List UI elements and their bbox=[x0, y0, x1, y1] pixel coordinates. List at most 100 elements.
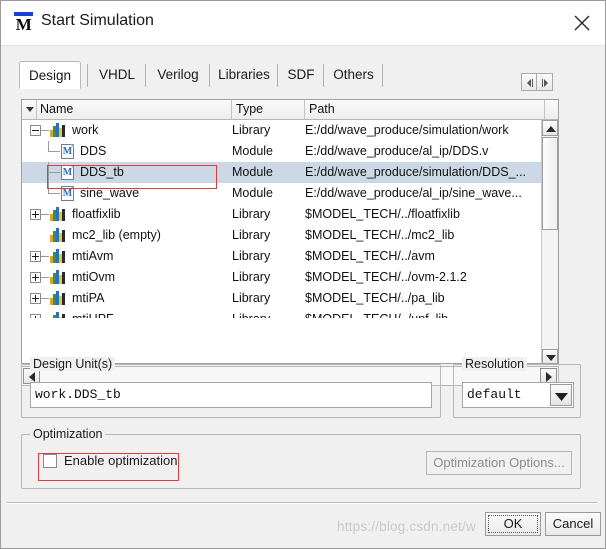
scroll-down-icon bbox=[546, 355, 556, 361]
tab-vhdl-label: VHDL bbox=[98, 67, 135, 82]
tab-strip: Design VHDL Verilog Libraries SDF Others bbox=[19, 61, 559, 91]
table-row[interactable]: floatfixlib Library $MODEL_TECH/../float… bbox=[22, 204, 558, 225]
library-icon bbox=[50, 123, 66, 137]
cell-type: Library bbox=[232, 123, 271, 137]
tab-others-label: Others bbox=[333, 67, 374, 82]
library-icon bbox=[50, 207, 66, 221]
scroll-down-button[interactable] bbox=[542, 349, 558, 363]
tab-scroll-arrows bbox=[521, 73, 553, 91]
resolution-select[interactable]: default bbox=[462, 382, 574, 408]
cell-path: $MODEL_TECH/../mc2_lib bbox=[305, 228, 455, 242]
column-header-spacer bbox=[545, 100, 558, 119]
scroll-thumb[interactable] bbox=[542, 137, 558, 230]
tab-libraries-label: Libraries bbox=[218, 67, 270, 82]
tab-others[interactable]: Others bbox=[325, 61, 382, 89]
chevron-left-icon bbox=[527, 79, 533, 87]
cell-name: floatfixlib bbox=[72, 207, 121, 221]
cell-name: mtiPA bbox=[72, 291, 105, 305]
table-row[interactable]: mtiPA Library $MODEL_TECH/../pa_lib bbox=[22, 288, 558, 309]
tree-expander-collapse[interactable] bbox=[30, 125, 41, 136]
module-icon: M bbox=[61, 186, 74, 201]
table-row[interactable]: M DDS_tb Module E:/dd/wave_produce/simul… bbox=[22, 162, 558, 183]
tab-libraries[interactable]: Libraries bbox=[211, 61, 277, 89]
optimization-title: Optimization bbox=[30, 427, 106, 441]
table-row[interactable]: work Library E:/dd/wave_produce/simulati… bbox=[22, 120, 558, 141]
dialog-body: Design VHDL Verilog Libraries SDF Others bbox=[1, 45, 605, 548]
enable-optimization-label[interactable]: Enable optimization bbox=[64, 453, 177, 468]
cell-path: E:/dd/wave_produce/al_ip/DDS.v bbox=[305, 144, 489, 158]
library-icon bbox=[50, 291, 66, 305]
cell-name: mtiOvm bbox=[72, 270, 116, 284]
table-row[interactable]: mtiAvm Library $MODEL_TECH/../avm bbox=[22, 246, 558, 267]
column-header-type[interactable]: Type bbox=[232, 100, 305, 119]
cell-type: Library bbox=[232, 291, 271, 305]
cell-type: Module bbox=[232, 165, 273, 179]
close-button[interactable] bbox=[559, 1, 605, 44]
cell-name: DDS bbox=[80, 144, 107, 158]
watermark-text: https://blog.csdn.net/w bbox=[337, 519, 476, 534]
column-header-path[interactable]: Path bbox=[305, 100, 545, 119]
title-bar: M Start Simulation bbox=[1, 1, 605, 45]
tree-expander-expand[interactable] bbox=[30, 293, 41, 304]
cell-type: Library bbox=[232, 228, 271, 242]
cell-type: Module bbox=[232, 144, 273, 158]
cell-type: Library bbox=[232, 270, 271, 284]
tree-vertical-scrollbar[interactable] bbox=[541, 120, 558, 363]
design-units-input[interactable]: work.DDS_tb bbox=[30, 382, 432, 408]
tab-sdf[interactable]: SDF bbox=[279, 61, 323, 89]
cell-name: mc2_lib (empty) bbox=[72, 228, 161, 242]
design-units-group: Design Unit(s) work.DDS_tb bbox=[21, 357, 441, 418]
library-icon bbox=[50, 270, 66, 284]
resolution-group: Resolution default bbox=[453, 357, 581, 418]
tab-verilog-label: Verilog bbox=[157, 67, 199, 82]
library-icon bbox=[50, 228, 66, 242]
tree-expander-expand[interactable] bbox=[30, 251, 41, 262]
tree-expander-expand[interactable] bbox=[30, 209, 41, 220]
cell-name: DDS_tb bbox=[80, 165, 124, 179]
cell-name: mtiAvm bbox=[72, 249, 114, 263]
table-row[interactable]: M DDS Module E:/dd/wave_produce/al_ip/DD… bbox=[22, 141, 558, 162]
cell-type: Module bbox=[232, 186, 273, 200]
tree-column-header: Name Type Path bbox=[22, 100, 558, 120]
optimization-group: Optimization Enable optimization Optimiz… bbox=[21, 427, 581, 489]
design-units-title: Design Unit(s) bbox=[30, 357, 116, 371]
tree-expander-expand[interactable] bbox=[30, 272, 41, 283]
modelsim-m-icon: M bbox=[13, 11, 35, 33]
cell-type: Library bbox=[232, 249, 271, 263]
table-row[interactable]: mc2_lib (empty) Library $MODEL_TECH/../m… bbox=[22, 225, 558, 246]
window-title: Start Simulation bbox=[41, 12, 154, 29]
ok-button[interactable]: OK bbox=[485, 512, 541, 536]
chevron-down-icon bbox=[555, 393, 568, 401]
cell-path: E:/dd/wave_produce/simulation/DDS_... bbox=[305, 165, 526, 179]
close-icon bbox=[574, 15, 590, 31]
tab-vhdl[interactable]: VHDL bbox=[89, 61, 145, 89]
resolution-value: default bbox=[467, 387, 522, 402]
module-icon: M bbox=[61, 144, 74, 159]
resolution-dropdown-button[interactable] bbox=[550, 384, 572, 406]
scroll-up-button[interactable] bbox=[542, 120, 558, 136]
start-simulation-dialog: M Start Simulation Design VHDL Verilog L… bbox=[0, 0, 606, 549]
tab-scroll-left-button[interactable] bbox=[521, 73, 537, 91]
cell-name: work bbox=[72, 123, 99, 137]
tab-verilog[interactable]: Verilog bbox=[147, 61, 209, 89]
tab-design[interactable]: Design bbox=[19, 61, 81, 89]
cell-path: $MODEL_TECH/../pa_lib bbox=[305, 291, 445, 305]
tab-scroll-right-button[interactable] bbox=[537, 73, 553, 91]
sort-descending-icon bbox=[26, 107, 34, 112]
cell-path: E:/dd/wave_produce/al_ip/sine_wave... bbox=[305, 186, 522, 200]
cell-type: Library bbox=[232, 207, 271, 221]
optimization-options-button[interactable]: Optimization Options... bbox=[426, 451, 572, 475]
module-icon: M bbox=[61, 165, 74, 180]
cancel-button[interactable]: Cancel bbox=[545, 512, 601, 536]
table-row[interactable]: M sine_wave Module E:/dd/wave_produce/al… bbox=[22, 183, 558, 204]
design-tree-panel[interactable]: Name Type Path work Library E:/dd/wave_p… bbox=[21, 99, 559, 364]
cell-path: E:/dd/wave_produce/simulation/work bbox=[305, 123, 509, 137]
table-row[interactable]: mtiOvm Library $MODEL_TECH/../ovm-2.1.2 bbox=[22, 267, 558, 288]
column-header-name[interactable]: Name bbox=[36, 100, 232, 119]
cancel-button-label: Cancel bbox=[552, 516, 594, 531]
enable-optimization-checkbox[interactable] bbox=[43, 454, 57, 468]
tab-sdf-label: SDF bbox=[287, 67, 315, 82]
cell-path: $MODEL_TECH/../avm bbox=[305, 249, 435, 263]
cell-path: $MODEL_TECH/../ovm-2.1.2 bbox=[305, 270, 467, 284]
scroll-up-icon bbox=[546, 126, 556, 132]
